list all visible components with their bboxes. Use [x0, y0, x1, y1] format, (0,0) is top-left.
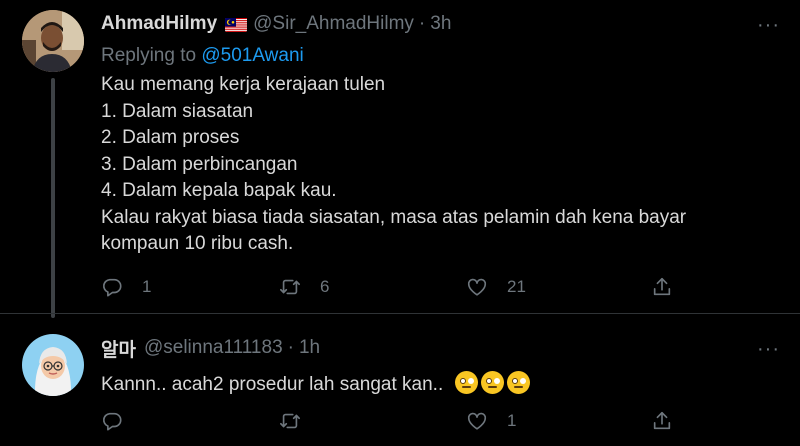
reply-icon	[102, 412, 122, 431]
user-handle[interactable]: @Sir_AhmadHilmy	[253, 13, 414, 35]
retweet-icon	[280, 279, 300, 295]
like-count: 21	[507, 277, 526, 296]
share-icon	[653, 411, 671, 430]
tweet-header: 알마 @selinna111183 · 1h ···	[101, 335, 780, 362]
tweet-header: AhmadHilmy @Sir_AhmadHilmy · 3h ···	[101, 12, 780, 36]
face-with-rolling-eyes-icon	[506, 371, 530, 394]
reply-count: 1	[142, 277, 152, 296]
tweet-line: kompaun 10 ribu cash.	[101, 233, 294, 254]
like-button[interactable]: 1	[466, 410, 516, 432]
avatar[interactable]	[22, 334, 84, 396]
share-button[interactable]	[651, 276, 673, 298]
retweet-button[interactable]	[279, 410, 320, 432]
thread-line	[51, 78, 55, 318]
action-bar: 1 6 21	[101, 276, 681, 300]
avatar[interactable]	[22, 10, 84, 72]
retweet-icon	[280, 413, 300, 429]
tweet-line: 1. Dalam siasatan	[101, 100, 254, 122]
display-name[interactable]: AhmadHilmy	[101, 13, 217, 35]
user-handle[interactable]: @selinna111183	[144, 337, 283, 359]
separator-dot: ·	[287, 337, 294, 358]
display-name[interactable]: 알마	[101, 335, 136, 362]
more-options-icon[interactable]: ···	[757, 338, 780, 361]
share-icon	[653, 277, 671, 296]
tweet-line: Kalau rakyat biasa tiada siasatan, masa …	[101, 206, 687, 228]
tweet-line: 2. Dalam proses	[101, 127, 240, 148]
more-options-icon[interactable]: ···	[757, 14, 780, 37]
retweet-count: 6	[320, 277, 330, 296]
malaysia-flag-icon	[225, 17, 248, 32]
tweet-line: Kannn.. acah2 prosedur lah sangat kan..	[101, 374, 444, 395]
like-button[interactable]: 21	[466, 276, 526, 298]
reply-button[interactable]	[101, 410, 142, 432]
tweet-text: Kau memang kerja kerajaan tulen 1. Dalam…	[101, 72, 780, 258]
tweet-text: Kannn.. acah2 prosedur lah sangat kan..	[101, 371, 780, 399]
tweet-line: 4. Dalam kepala bapak kau.	[101, 180, 337, 201]
like-count: 1	[507, 411, 517, 430]
face-with-rolling-eyes-icon	[454, 371, 533, 395]
heart-icon	[467, 278, 487, 296]
reply-icon	[102, 278, 122, 297]
reply-button[interactable]: 1	[101, 276, 151, 298]
replying-prefix: Replying to	[101, 45, 197, 66]
timestamp[interactable]: 3h	[430, 13, 451, 35]
heart-icon	[467, 412, 487, 430]
tweet-content: 알마 @selinna111183 · 1h ··· Kannn.. acah2…	[101, 336, 780, 399]
tweet-line: Kau memang kerja kerajaan tulen	[101, 74, 386, 95]
retweet-button[interactable]: 6	[279, 276, 329, 298]
tweet-1[interactable]: AhmadHilmy @Sir_AhmadHilmy · 3h ··· Repl…	[0, 0, 800, 318]
replying-to: Replying to @501Awani	[101, 45, 780, 69]
tweet-content: AhmadHilmy @Sir_AhmadHilmy · 3h ··· Repl…	[101, 12, 780, 258]
mention-link[interactable]: @501Awani	[201, 45, 303, 66]
timestamp[interactable]: 1h	[299, 337, 320, 359]
action-bar: 1	[101, 410, 681, 434]
tweet-line: 3. Dalam perbincangan	[101, 153, 298, 175]
tweet-2[interactable]: 알마 @selinna111183 · 1h ··· Kannn.. acah2…	[0, 313, 800, 446]
face-with-rolling-eyes-icon	[454, 371, 478, 394]
face-with-rolling-eyes-icon	[480, 371, 504, 394]
share-button[interactable]	[651, 410, 673, 432]
separator-dot: ·	[418, 13, 426, 34]
